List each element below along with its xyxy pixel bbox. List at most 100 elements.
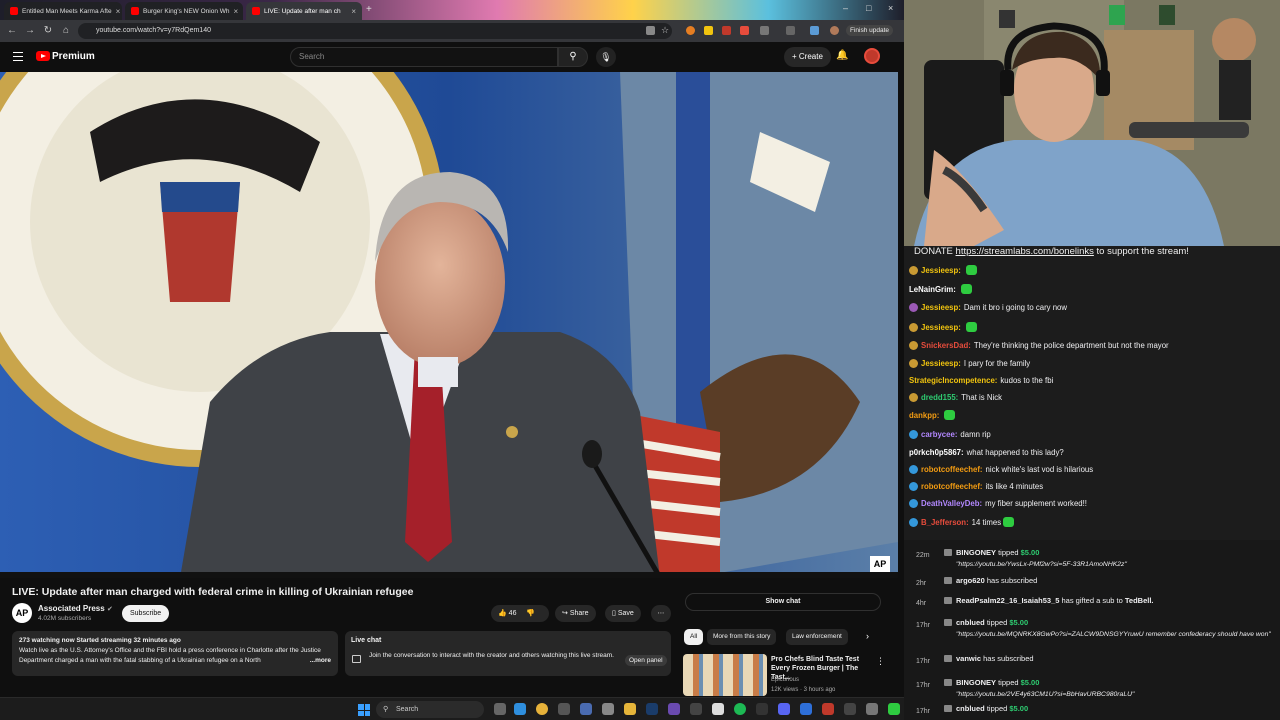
maximize-icon[interactable]: □ [866,3,871,13]
url-field[interactable]: youtube.com/watch?v=y7RdQem140 [78,23,672,39]
donate-link[interactable]: https://streamlabs.com/bonelinks [956,246,1094,257]
profile-avatar-icon[interactable] [830,26,839,35]
close-tab-icon[interactable]: × [347,7,356,16]
subscribe-button[interactable]: Subscribe [122,605,170,622]
channel-avatar[interactable]: AP [12,603,32,623]
extension-icon[interactable] [810,26,819,35]
chevron-right-icon[interactable]: › [866,631,869,641]
account-avatar[interactable] [864,48,880,64]
app-icon[interactable] [866,703,878,715]
extension-icon[interactable] [704,26,713,35]
chat-username[interactable]: SnickersDad: [921,341,971,350]
browser-tab-active[interactable]: LIVE: Update after man ch × [246,2,362,20]
chip-law-enforcement[interactable]: Law enforcement [786,629,848,645]
youtube-premium-label[interactable]: Premium [52,51,95,62]
browser-tab[interactable]: Entitled Man Meets Karma Afte × [4,2,122,20]
recommended-channel[interactable]: Epicurious [771,677,799,683]
chat-username[interactable]: StrategicIncompetence: [909,376,997,385]
search-icon[interactable]: ⚲ [558,47,588,67]
alert-username[interactable]: BINGONEY [956,548,996,557]
open-panel-button[interactable]: Open panel [625,655,667,666]
video-player[interactable]: AP [0,72,898,578]
app-icon[interactable] [668,703,680,715]
alert-username[interactable]: argo620 [956,576,985,585]
show-more-link[interactable]: ...more [306,656,331,666]
chat-username[interactable]: robotcoffeechef: [921,482,983,491]
chip-more-from-story[interactable]: More from this story [707,629,777,645]
app-icon[interactable] [756,703,768,715]
like-icon[interactable]: 👍 [498,610,507,617]
chip-all[interactable]: All [684,629,704,645]
browser-tab[interactable]: Burger King's NEW Onion Wh × [125,2,243,20]
alert-username[interactable]: cnblued [956,704,985,713]
extensions-puzzle-icon[interactable] [760,26,769,35]
like-count[interactable]: 46 [509,610,517,617]
extension-icon[interactable] [686,26,695,35]
back-icon[interactable]: ← [4,25,20,36]
app-icon[interactable] [602,703,614,715]
dislike-icon[interactable]: 👎 [526,610,535,617]
app-icon[interactable] [712,703,724,715]
app-icon[interactable] [558,703,570,715]
microphone-icon[interactable]: 🎙 [596,47,616,67]
new-tab-icon[interactable]: + [366,4,372,15]
spotify-icon[interactable] [734,703,746,715]
youtube-logo-icon[interactable] [36,51,50,61]
task-view-icon[interactable] [494,703,506,715]
alert-username[interactable]: vanwic [956,654,981,663]
extension-icon[interactable] [740,26,749,35]
app-icon[interactable] [690,703,702,715]
close-tab-icon[interactable]: × [230,7,239,16]
chat-username[interactable]: dredd155: [921,393,958,402]
edge-icon[interactable] [514,703,526,715]
forward-icon[interactable]: → [22,25,38,36]
chat-username[interactable]: p0rkch0p5867: [909,448,964,457]
taskbar-search-input[interactable]: ⚲ Search [376,701,484,718]
close-tab-icon[interactable]: × [112,7,121,16]
file-explorer-icon[interactable] [624,703,636,715]
extension-icon[interactable] [722,26,731,35]
hamburger-menu-icon[interactable] [13,52,23,61]
alert-username[interactable]: ReadPsalm22_16_Isaiah53_5 [956,596,1059,605]
home-icon[interactable]: ⌂ [58,25,74,36]
finish-update-button[interactable]: Finish update [846,25,894,36]
cast-icon[interactable] [646,26,655,35]
app-icon[interactable] [800,703,812,715]
chat-username[interactable]: LeNainGrim: [909,285,956,294]
windows-start-icon[interactable] [358,704,370,716]
steam-icon[interactable] [646,703,658,715]
app-icon[interactable] [580,703,592,715]
app-icon[interactable] [778,703,790,715]
chrome-icon[interactable] [536,703,548,715]
save-button[interactable]: ▯ Save [605,605,641,622]
bookmark-star-icon[interactable]: ☆ [661,26,670,35]
channel-name[interactable]: Associated Press ✔ [38,604,113,613]
chat-username[interactable]: Jessieesp: [921,266,961,275]
description-box[interactable]: 273 watching now Started streaming 32 mi… [12,631,338,676]
more-actions-button[interactable]: ⋯ [651,605,671,622]
reload-icon[interactable]: ↻ [40,25,56,36]
chat-username[interactable]: Jessieesp: [921,359,961,368]
show-chat-button[interactable]: Show chat [685,593,881,611]
chat-username[interactable]: robotcoffeechef: [921,465,983,474]
close-window-icon[interactable]: × [888,3,893,13]
minimize-icon[interactable]: – [843,3,848,13]
alert-username[interactable]: cnblued [956,618,985,627]
share-button[interactable]: ↪ Share [555,605,596,622]
alert-username[interactable]: BINGONEY [956,678,996,687]
chat-username[interactable]: carbycee: [921,430,957,439]
search-input[interactable]: Search [290,47,558,67]
chat-username[interactable]: B_Jefferson: [921,518,969,527]
sidepanel-icon[interactable] [786,26,795,35]
chat-username[interactable]: DeathValleyDeb: [921,499,982,508]
app-icon[interactable] [844,703,856,715]
app-icon[interactable] [822,703,834,715]
chat-username[interactable]: Jessieesp: [921,323,961,332]
recommended-thumbnail[interactable] [683,654,767,696]
chat-username[interactable]: dankpp: [909,411,939,420]
create-button[interactable]: + Create [784,47,831,67]
kebab-menu-icon[interactable]: ⋮ [876,656,885,667]
notifications-bell-icon[interactable]: 🔔 [836,50,848,61]
chat-username[interactable]: Jessieesp: [921,303,961,312]
app-icon[interactable] [888,703,900,715]
